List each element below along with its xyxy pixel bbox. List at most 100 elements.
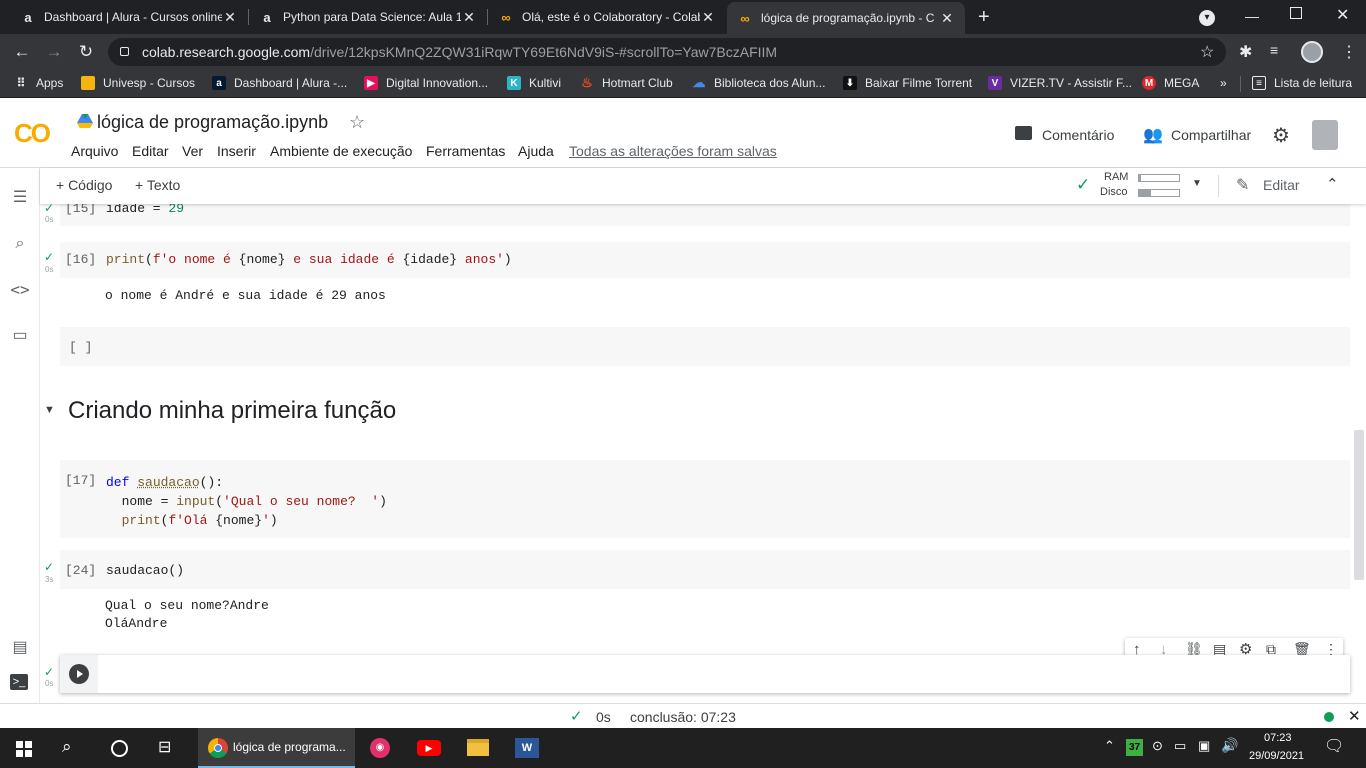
add-code-button[interactable]: + Código (56, 177, 112, 193)
close-tab-icon[interactable]: ✕ (939, 10, 955, 27)
edit-button[interactable]: Editar (1263, 177, 1300, 193)
user-avatar[interactable] (1312, 120, 1338, 150)
menu-ver[interactable]: Ver (182, 143, 203, 159)
youtube-icon[interactable]: ▶ (417, 740, 441, 756)
bookmark-apps[interactable]: ⠿ Apps (14, 76, 64, 90)
files-folder-icon[interactable]: ▭ (10, 326, 30, 346)
bookmark-digital-innovation[interactable]: ▶ Digital Innovation... (364, 76, 488, 90)
active-code-cell[interactable] (60, 655, 1350, 693)
clock-time[interactable]: 07:23 (1264, 732, 1292, 744)
task-view-icon[interactable]: ⊟ (158, 737, 171, 757)
more-bookmarks-icon[interactable]: » (1220, 76, 1227, 90)
run-cell-button[interactable] (69, 664, 89, 684)
extensions-icon[interactable]: ✱ (1239, 42, 1252, 62)
bookmark-kultivi[interactable]: K Kultivi (507, 76, 561, 90)
search-icon[interactable]: ⌕ (10, 234, 30, 254)
code-cell-15[interactable] (60, 204, 1350, 226)
search-icon[interactable]: ⌕ (62, 737, 72, 757)
colab-logo[interactable]: CO (14, 118, 51, 149)
clock-date[interactable]: 29/09/2021 (1249, 750, 1304, 762)
bookmark-mega[interactable]: M MEGA (1142, 76, 1199, 90)
screen-recorder-icon[interactable]: ◉ (370, 738, 390, 758)
bookmark-star-icon[interactable]: ☆ (1200, 42, 1214, 62)
comment-button[interactable]: Comentário (1042, 127, 1114, 143)
cortana-icon[interactable] (111, 740, 128, 757)
tray-badge[interactable]: 37 (1126, 739, 1143, 756)
cell-code[interactable]: print(f'o nome é {nome} e sua idade é {i… (106, 252, 512, 267)
bookmark-baixar-filme[interactable]: ⬇ Baixar Filme Torrent (843, 76, 972, 90)
close-tab-icon[interactable]: ✕ (461, 9, 477, 26)
bookmark-biblioteca[interactable]: ☁ Biblioteca dos Alun... (692, 75, 826, 90)
taskbar-chrome-app[interactable]: lógica de programa... (198, 728, 355, 768)
cell-code[interactable]: idade = 29 (106, 204, 184, 216)
tab-search-icon[interactable]: ▾ (1199, 10, 1215, 26)
battery-icon[interactable]: ▭ (1174, 738, 1186, 754)
cell-prompt: [16] (65, 252, 97, 267)
tab-colaboratory-welcome[interactable]: ∞ Olá, este é o Colaboratory - Colab ✕ (488, 0, 726, 34)
code-snippets-icon[interactable]: <> (10, 280, 30, 300)
settings-gear-icon[interactable]: ⚙ (1272, 123, 1290, 148)
terminal-icon[interactable]: >_ (10, 674, 28, 690)
command-palette-icon[interactable]: ▤ (10, 638, 30, 658)
code-cell-24[interactable] (60, 550, 1350, 589)
volume-icon[interactable]: 🔊 (1221, 737, 1238, 754)
notifications-icon[interactable]: 🗨 (1324, 736, 1344, 756)
show-hidden-icons[interactable]: ⌃ (1104, 738, 1115, 754)
notebook-title[interactable]: lógica de programação.ipynb (97, 112, 328, 133)
tab-logica-programacao[interactable]: ∞ lógica de programação.ipynb - C ✕ (727, 2, 965, 34)
file-explorer-icon[interactable] (467, 739, 489, 756)
bookmark-reading-list[interactable]: ≡ Lista de leitura (1252, 76, 1352, 90)
cell-exec-time: 3s (45, 575, 54, 584)
back-icon[interactable]: ← (12, 42, 32, 62)
bookmark-univesp[interactable]: Univesp - Cursos (81, 76, 195, 90)
profile-avatar[interactable] (1301, 41, 1323, 63)
cell-code[interactable]: saudacao() (106, 563, 184, 578)
reload-icon[interactable]: ↻ (76, 42, 96, 62)
bookmark-vizer[interactable]: V VIZER.TV - Assistir F... (988, 76, 1132, 90)
forward-icon[interactable]: → (44, 42, 64, 62)
cell-prompt: [24] (65, 563, 97, 578)
add-text-button[interactable]: + Texto (135, 177, 180, 193)
new-tab-icon[interactable]: + (978, 6, 990, 29)
table-of-contents-icon[interactable]: ☰ (10, 188, 30, 208)
executed-check-icon: ✓ (44, 665, 55, 679)
cell-prompt: [15] (65, 204, 97, 216)
bookmark-hotmart[interactable]: ♨ Hotmart Club (580, 75, 673, 90)
collapse-section-icon[interactable]: ▼ (44, 404, 55, 416)
menu-arquivo[interactable]: Arquivo (71, 143, 118, 159)
menu-editar[interactable]: Editar (132, 143, 169, 159)
window-close-icon[interactable]: ✕ (1336, 5, 1349, 25)
notebook-cells: ✓ 0s [15] idade = 29 ✓ 0s [16] print(f'o… (40, 204, 1366, 703)
cell-code[interactable]: def saudacao(): nome = input('Qual o seu… (106, 473, 387, 530)
url-text[interactable]: colab.research.google.com/drive/12kpsKMn… (142, 44, 777, 60)
menu-ajuda[interactable]: Ajuda (518, 143, 554, 159)
tab-python-data-science[interactable]: a Python para Data Science: Aula 1 ✕ (249, 0, 487, 34)
restore-icon[interactable] (1290, 7, 1302, 19)
reading-list-icon[interactable]: ≡ (1270, 42, 1278, 58)
menu-inserir[interactable]: Inserir (217, 143, 256, 159)
word-icon[interactable]: W (515, 738, 539, 758)
tray-app-icon[interactable]: ⊙ (1152, 738, 1163, 754)
collapse-header-icon[interactable]: ⌃ (1326, 175, 1339, 193)
bookmarks-bar: ⠿ Apps Univesp - Cursos a Dashboard | Alur… (0, 70, 1366, 98)
windows-start-icon[interactable] (16, 741, 32, 757)
chrome-menu-icon[interactable]: ⋮ (1341, 42, 1357, 62)
share-button[interactable]: Compartilhar (1171, 127, 1251, 143)
minimize-icon[interactable]: — (1245, 8, 1259, 24)
menu-ambiente-execucao[interactable]: Ambiente de execução (270, 143, 412, 159)
close-tab-icon[interactable]: ✕ (222, 9, 238, 26)
scrollbar-thumb[interactable] (1354, 430, 1364, 580)
tab-alura-dashboard[interactable]: a Dashboard | Alura - Cursos online ✕ (10, 0, 248, 34)
saved-status-link[interactable]: Todas as alterações foram salvas (569, 143, 777, 159)
menu-ferramentas[interactable]: Ferramentas (426, 143, 505, 159)
colab-header: CO lógica de programação.ipynb ☆ Arquivo… (0, 98, 1366, 168)
notebook-toolbar: + Código + Texto ✓ RAM Disco ▼ ✎ Editar … (40, 168, 1366, 204)
lock-icon[interactable] (120, 47, 129, 56)
runtime-dropdown-icon[interactable]: ▼ (1192, 178, 1202, 189)
network-icon[interactable]: ▣ (1198, 738, 1210, 754)
bookmark-alura[interactable]: a Dashboard | Alura -... (212, 76, 347, 90)
star-icon[interactable]: ☆ (349, 112, 365, 133)
close-status-icon[interactable]: ✕ (1348, 707, 1361, 725)
close-tab-icon[interactable]: ✕ (700, 9, 716, 26)
empty-code-cell[interactable] (60, 327, 1350, 366)
